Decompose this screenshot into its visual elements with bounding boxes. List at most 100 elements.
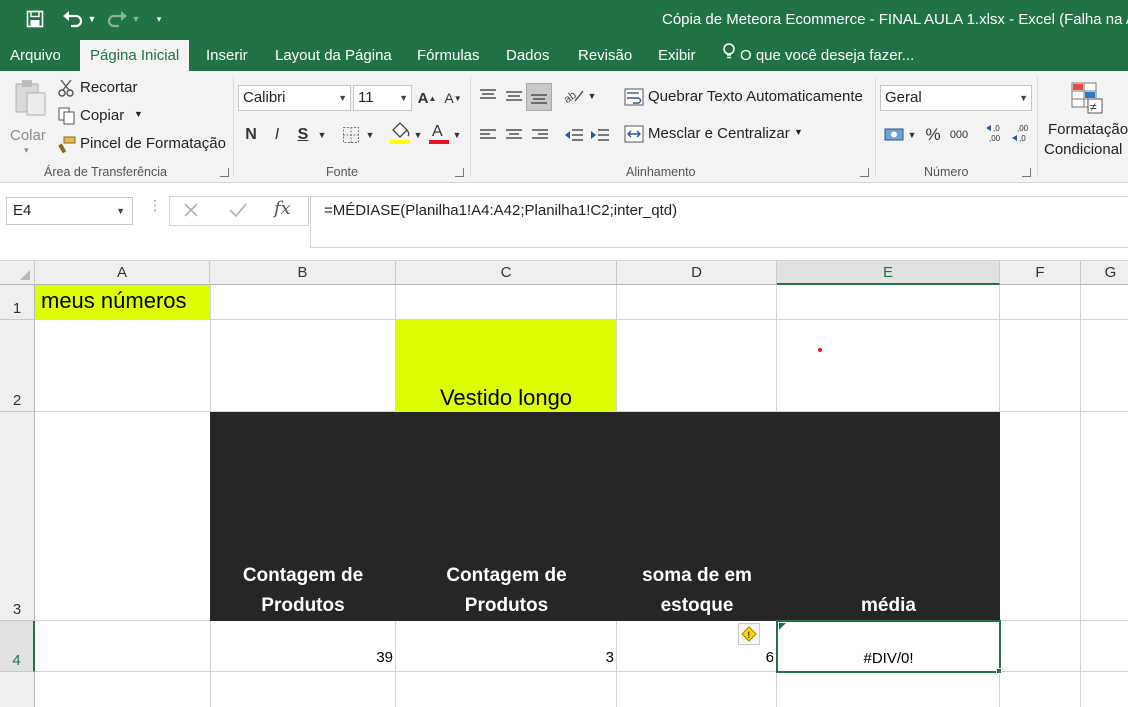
formula-input[interactable]: =MÉDIASE(Planilha1!A4:A42;Planilha1!C2;i… xyxy=(310,196,1128,248)
center-icon[interactable] xyxy=(502,122,526,148)
orientation-icon[interactable]: ab xyxy=(562,83,586,109)
cell-c3-line1: Contagem de xyxy=(446,565,567,586)
clipboard-launcher-icon[interactable] xyxy=(220,168,229,177)
redo-icon[interactable] xyxy=(104,7,130,31)
cell-a1[interactable]: meus números xyxy=(35,285,210,319)
cut-button[interactable]: Recortar xyxy=(58,78,158,100)
cell-d4[interactable]: 6 xyxy=(617,649,774,666)
tab-revisao[interactable]: Revisão xyxy=(574,40,636,71)
font-name-value: Calibri xyxy=(243,89,286,106)
align-right-icon[interactable] xyxy=(528,122,552,148)
percent-button[interactable]: % xyxy=(922,122,944,148)
increase-decimal-icon[interactable]: ,0,00 xyxy=(984,120,1006,146)
undo-dropdown-icon[interactable]: ▼ xyxy=(86,7,98,31)
middle-align-icon[interactable] xyxy=(502,83,526,109)
name-box[interactable]: E4 ▼ xyxy=(6,197,133,225)
merge-center-button[interactable]: Mesclar e Centralizar ▼ xyxy=(624,124,810,146)
cell-c2[interactable]: Vestido longo xyxy=(396,320,616,411)
cell-b4[interactable]: 39 xyxy=(210,649,393,666)
wrap-text-button[interactable]: Quebrar Texto Automaticamente xyxy=(624,87,870,109)
row-number: 4 xyxy=(12,652,21,669)
fill-color-dropdown-icon[interactable]: ▼ xyxy=(412,122,424,148)
italic-button[interactable]: I xyxy=(266,122,288,148)
title-bar: ▼ ▼ ▾ Cópia de Meteora Ecommerce - FINAL… xyxy=(0,0,1128,40)
column-header-b[interactable]: B xyxy=(210,261,396,285)
cell-e4[interactable]: #DIV/0! xyxy=(776,620,1001,673)
currency-dropdown-icon[interactable]: ▼ xyxy=(906,122,918,148)
tab-formulas[interactable]: Fórmulas xyxy=(413,40,484,71)
paste-icon xyxy=(14,79,48,122)
shrink-font-icon[interactable]: A ▼ xyxy=(442,85,464,111)
redo-dropdown-icon[interactable]: ▼ xyxy=(130,7,142,31)
row-header-2[interactable]: 2 xyxy=(0,320,35,412)
underline-button[interactable]: S xyxy=(292,122,314,148)
row-header-4[interactable]: 4 xyxy=(0,621,35,672)
save-icon[interactable] xyxy=(24,7,46,31)
row-header-3[interactable]: 3 xyxy=(0,412,35,621)
select-all-corner[interactable] xyxy=(0,261,35,285)
formula-bar-grip-icon[interactable]: ⋮ xyxy=(148,198,162,212)
tab-layout[interactable]: Layout da Página xyxy=(271,40,396,71)
grow-font-icon[interactable]: A ▲ xyxy=(416,85,438,111)
warning-icon[interactable]: ! xyxy=(738,623,760,645)
fill-handle[interactable] xyxy=(996,668,1002,674)
align-left-icon[interactable] xyxy=(476,122,500,148)
tab-pagina-inicial[interactable]: Página Inicial xyxy=(80,40,190,71)
cell-c3[interactable]: Contagem de Produtos xyxy=(396,561,617,621)
format-painter-button[interactable]: Pincel de Formatação xyxy=(58,134,228,156)
cell-c4[interactable]: 3 xyxy=(396,649,614,666)
bold-button[interactable]: N xyxy=(240,122,262,148)
row-header-1[interactable]: 1 xyxy=(0,285,35,320)
alignment-launcher-icon[interactable] xyxy=(860,168,869,177)
column-header-e[interactable]: E xyxy=(777,261,1000,285)
cell-c3-line2: Produtos xyxy=(464,595,549,616)
conditional-formatting-button[interactable]: ≠ Formatação Condicional xyxy=(1042,79,1128,161)
cancel-icon[interactable] xyxy=(182,201,200,224)
svg-text:!: ! xyxy=(747,630,750,640)
copy-label: Copiar xyxy=(80,107,125,124)
tab-dados[interactable]: Dados xyxy=(502,40,553,71)
alignment-group-label: Alinhamento xyxy=(626,165,696,179)
tab-inserir[interactable]: Inserir xyxy=(202,40,252,71)
customize-qat-icon[interactable]: ▾ xyxy=(152,7,166,31)
paste-button[interactable]: Colar ▾ xyxy=(6,77,52,157)
borders-dropdown-icon[interactable]: ▼ xyxy=(364,122,376,148)
borders-icon[interactable] xyxy=(340,122,362,148)
thousands-button[interactable]: 000 xyxy=(946,122,972,148)
number-launcher-icon[interactable] xyxy=(1022,168,1031,177)
decrease-decimal-icon[interactable]: ,00,0 xyxy=(1010,120,1032,146)
svg-text:ab: ab xyxy=(563,89,579,105)
row-header-5[interactable]: 5 xyxy=(0,672,35,707)
tab-arquivo[interactable]: Arquivo xyxy=(6,40,65,71)
column-header-d[interactable]: D xyxy=(617,261,777,285)
copy-button[interactable]: Copiar ▼ xyxy=(58,106,148,128)
column-header-g[interactable]: G xyxy=(1081,261,1128,285)
undo-icon[interactable] xyxy=(60,7,86,31)
function-icon[interactable]: fx xyxy=(274,198,291,219)
column-header-a[interactable]: A xyxy=(35,261,210,285)
number-format-select[interactable]: Geral ▼ xyxy=(880,85,1032,111)
increase-indent-icon[interactable] xyxy=(588,122,612,148)
font-color-icon[interactable]: A xyxy=(427,120,451,146)
fill-color-icon[interactable] xyxy=(388,120,412,146)
font-color-dropdown-icon[interactable]: ▼ xyxy=(451,122,463,148)
font-name-select[interactable]: Calibri ▼ xyxy=(238,85,351,111)
top-align-icon[interactable] xyxy=(476,83,500,109)
currency-icon[interactable] xyxy=(882,122,906,148)
underline-dropdown-icon[interactable]: ▼ xyxy=(316,122,328,148)
bottom-align-icon[interactable] xyxy=(526,83,552,111)
group-separator xyxy=(1037,77,1038,177)
column-header-f[interactable]: F xyxy=(1000,261,1081,285)
font-size-select[interactable]: 11 ▼ xyxy=(353,85,412,111)
tell-me-search[interactable]: O que você deseja fazer... xyxy=(722,40,914,71)
ribbon-home: Colar ▾ Recortar Copiar ▼ Pincel de Form… xyxy=(0,71,1128,183)
tab-exibir[interactable]: Exibir xyxy=(654,40,700,71)
cell-d3[interactable]: soma de em estoque xyxy=(617,561,777,621)
orientation-dropdown-icon[interactable]: ▼ xyxy=(586,83,598,109)
font-launcher-icon[interactable] xyxy=(455,168,464,177)
cell-e3[interactable]: média xyxy=(777,591,1000,621)
decrease-indent-icon[interactable] xyxy=(562,122,586,148)
enter-icon[interactable] xyxy=(228,201,248,224)
column-header-c[interactable]: C xyxy=(396,261,617,285)
cell-b3[interactable]: Contagem de Produtos xyxy=(210,561,396,621)
